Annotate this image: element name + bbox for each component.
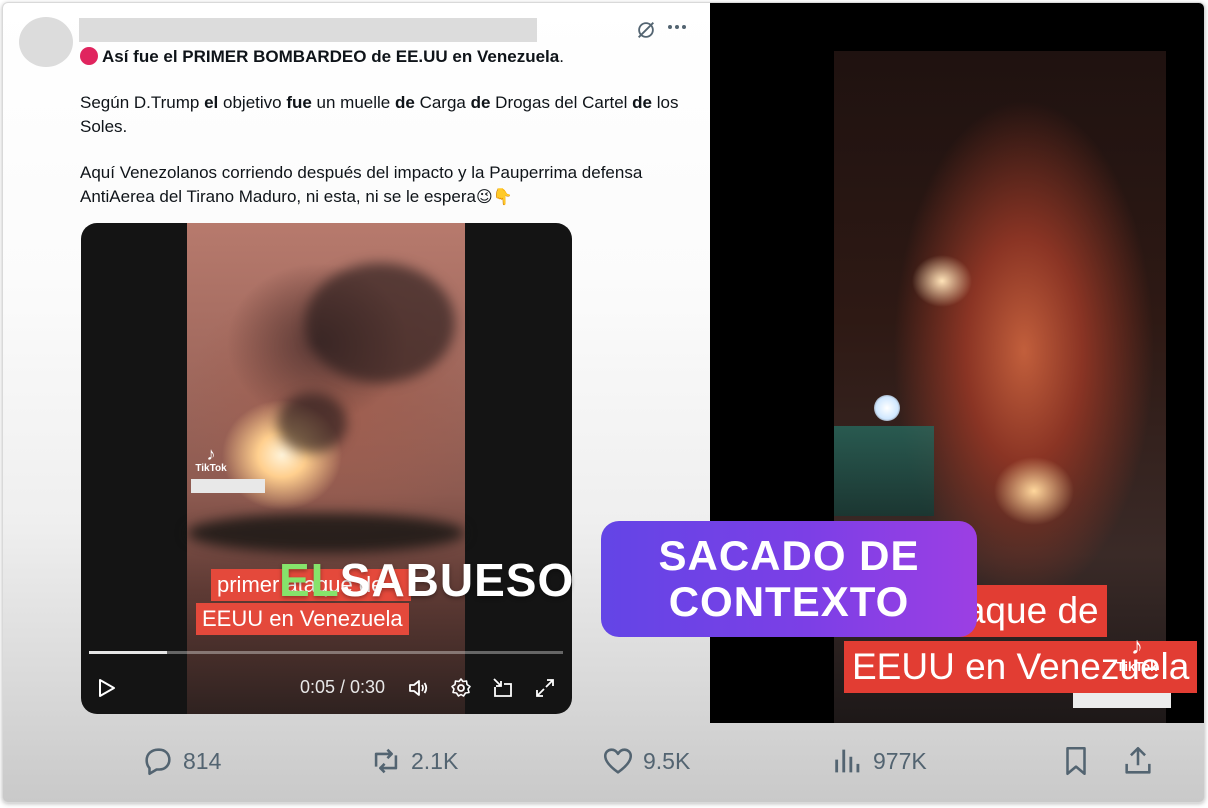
- paragraph-1-run: de: [632, 93, 653, 112]
- treeline: [187, 513, 465, 553]
- smoke-cloud: [277, 393, 347, 453]
- paragraph-1-run: Drogas del Cartel: [490, 93, 633, 112]
- tiktok-note-icon: ♪: [206, 444, 216, 464]
- share-button[interactable]: [1121, 743, 1155, 779]
- grok-icon[interactable]: [635, 19, 657, 41]
- tweet-headline: Así fue el PRIMER BOMBARDEO de EE.UU en …: [80, 45, 700, 69]
- dock-icon[interactable]: [491, 676, 515, 700]
- like-button[interactable]: 9.5K: [601, 743, 690, 779]
- paragraph-2-text: Aquí Venezolanos corriendo después del i…: [80, 163, 643, 206]
- tiktok-label: TikTok: [195, 463, 227, 474]
- repost-button[interactable]: 2.1K: [369, 743, 458, 779]
- views-button[interactable]: 977K: [831, 743, 927, 779]
- verdict-badge: SACADO DE CONTEXTO: [601, 521, 977, 637]
- tiktok-logo: ♪ TikTok: [191, 445, 231, 474]
- paragraph-1-run: el: [204, 93, 219, 112]
- video-time: 0:05 / 0:30: [300, 677, 386, 697]
- tweet-paragraph-1: Según D.Trump el objetivo fue un muelle …: [80, 91, 700, 139]
- paragraph-1-run: Carga: [414, 93, 471, 112]
- side-street-light: [874, 395, 900, 421]
- fullscreen-icon[interactable]: [533, 676, 557, 700]
- video-progress-fill: [89, 651, 167, 654]
- avatar[interactable]: [19, 17, 73, 67]
- paragraph-1-run: Según D.Trump: [80, 93, 205, 112]
- volume-icon[interactable]: [407, 676, 431, 700]
- smoke-cloud: [305, 263, 455, 383]
- heart-icon: [603, 748, 633, 774]
- el-sabueso-watermark: ELSABUESO: [279, 553, 574, 607]
- author-name-redacted: [79, 18, 537, 42]
- wink-emoji: 😉: [475, 189, 493, 206]
- headline-period: .: [559, 47, 564, 66]
- reply-count: 814: [183, 747, 222, 774]
- video-player[interactable]: ♪ TikTok primer ataque de EEUU en Venezue…: [81, 223, 572, 714]
- watermark-el: EL: [279, 554, 340, 606]
- views-count: 977K: [873, 747, 927, 774]
- watermark-sabueso: SABUESO: [339, 554, 575, 606]
- paragraph-1-run: fue: [286, 93, 312, 112]
- verdict-line-1: SACADO DE: [658, 532, 920, 579]
- repost-count: 2.1K: [411, 747, 459, 774]
- side-tiktok-note-icon: ♪: [1131, 633, 1143, 660]
- headline-text: Así fue el PRIMER BOMBARDEO de EE.UU en …: [102, 47, 560, 66]
- like-count: 9.5K: [643, 747, 691, 774]
- paragraph-1-run: objetivo: [218, 93, 287, 112]
- tweet-text: Así fue el PRIMER BOMBARDEO de EE.UU en …: [80, 45, 700, 210]
- bookmark-button[interactable]: [1059, 743, 1093, 779]
- views-bar-chart-icon: [835, 749, 860, 773]
- paragraph-1-run: de: [395, 93, 415, 112]
- tiktok-username-redacted: [191, 479, 265, 493]
- paragraph-1-run: un muelle: [311, 93, 395, 112]
- reply-button[interactable]: 814: [141, 743, 221, 779]
- play-icon[interactable]: [95, 677, 117, 699]
- verdict-line-2: CONTEXTO: [668, 578, 910, 625]
- side-building: [834, 426, 934, 516]
- red-circle-emoji: [80, 47, 98, 65]
- repost-icon: [374, 748, 398, 774]
- screenshot-frame: Así fue el PRIMER BOMBARDEO de EE.UU en …: [2, 2, 1205, 803]
- pointing-down-emoji: 👇: [492, 189, 513, 206]
- tweet-paragraph-2: Aquí Venezolanos corriendo después del i…: [80, 161, 700, 210]
- side-tiktok-label: TikTok: [1116, 659, 1158, 674]
- bookmark-icon: [1066, 746, 1086, 776]
- side-tiktok-logo: ♪ TikTok: [1114, 633, 1160, 675]
- reply-icon: [145, 748, 171, 776]
- share-icon: [1125, 746, 1151, 774]
- video-caption-line-2: EEUU en Venezuela: [196, 603, 409, 635]
- paragraph-1-run: de: [470, 93, 491, 112]
- settings-gear-icon[interactable]: [449, 676, 473, 700]
- side-tiktok-username-redacted: [1073, 693, 1171, 708]
- more-options-icon[interactable]: [665, 15, 689, 39]
